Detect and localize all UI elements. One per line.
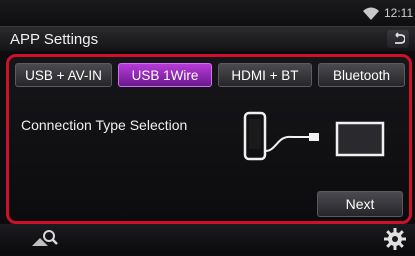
- tab-usb-av-in[interactable]: USB + AV-IN: [15, 63, 112, 87]
- back-button[interactable]: [387, 30, 409, 48]
- status-bar: 12:11: [0, 0, 415, 26]
- connection-type-tabs: USB + AV-IN USB 1Wire HDMI + BT Bluetoot…: [15, 63, 405, 87]
- usb-cable-icon: [264, 133, 319, 152]
- search-map-button[interactable]: [30, 228, 60, 250]
- back-arrow-icon: [395, 32, 405, 44]
- status-clock: 12:11: [384, 6, 414, 20]
- connection-diagram: [243, 111, 385, 161]
- search-map-icon: [32, 230, 58, 246]
- tab-usb-1wire[interactable]: USB 1Wire: [118, 63, 212, 87]
- wifi-icon: [362, 5, 380, 21]
- title-bar: APP Settings: [0, 26, 415, 51]
- bottom-bar: [0, 224, 415, 254]
- connection-settings-panel: USB + AV-IN USB 1Wire HDMI + BT Bluetoot…: [6, 54, 412, 224]
- connection-type-label: Connection Type Selection: [21, 117, 188, 133]
- settings-button[interactable]: [383, 227, 407, 251]
- tab-bluetooth[interactable]: Bluetooth: [318, 63, 405, 87]
- display-icon: [335, 121, 385, 157]
- smartphone-icon: [243, 111, 267, 161]
- gear-icon: [384, 228, 406, 250]
- next-button[interactable]: Next: [317, 191, 403, 217]
- tab-hdmi-bt[interactable]: HDMI + BT: [218, 63, 312, 87]
- page-title: APP Settings: [10, 31, 99, 48]
